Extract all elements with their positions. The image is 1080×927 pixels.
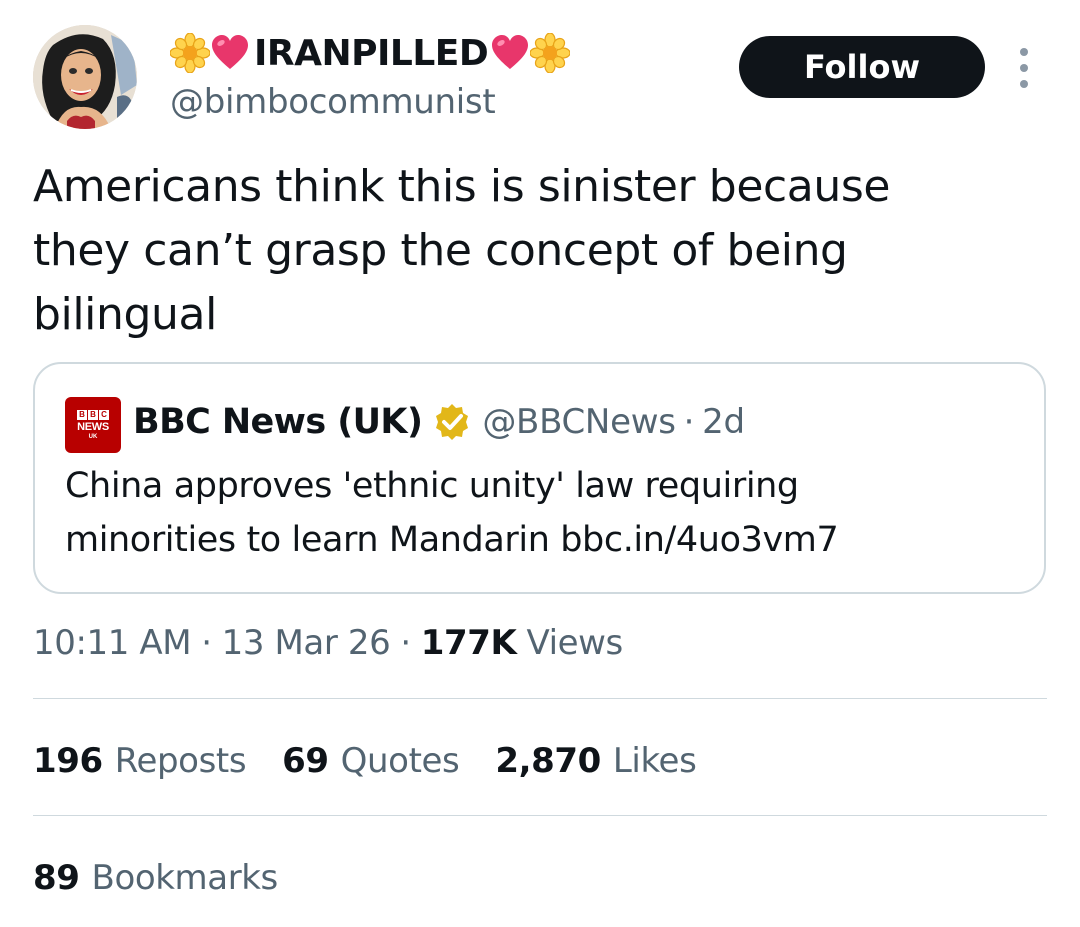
bbc-logo-uk: UK [88,434,98,440]
separator-dot: · [400,623,411,663]
quoted-timestamp[interactable]: 2d [702,402,745,442]
views-count: 177K [420,623,517,663]
quoted-tweet-card[interactable]: B B C NEWS UK BBC News (UK) @BBCNews · 2… [33,362,1046,594]
bbc-logo-news: NEWS [77,421,109,433]
bookmarks-stat[interactable]: 89 Bookmarks [33,852,314,904]
quoted-text-line: China approves 'ethnic unity' law requir… [65,466,799,506]
views-label: Views [526,623,623,663]
reposts-count: 196 [33,741,103,781]
quoted-tweet-text: China approves 'ethnic unity' law requir… [65,459,1025,567]
tweet-text-line: bilingual [33,289,217,340]
bookmarks-label: Bookmarks [91,858,279,898]
heart-emoji-icon [210,33,250,73]
bbc-logo-block: B [88,410,98,420]
likes-stat[interactable]: 2,870 Likes [495,741,696,781]
quoted-text-line: minorities to learn Mandarin bbc.in/4uo3… [65,520,839,560]
bookmarks-count: 89 [33,858,80,898]
tweet-text-line: Americans think this is sinister because [33,161,891,212]
bbc-logo-block: C [99,410,109,420]
likes-label: Likes [612,741,697,781]
separator-dot: · [683,402,695,442]
quotes-count: 69 [282,741,329,781]
separator-dot: · [201,623,212,663]
bookmarks-stat-inner[interactable]: 89 Bookmarks [33,858,278,898]
author-display-name[interactable]: IRANPILLED [254,33,489,74]
heart-emoji-icon [490,33,530,73]
flower-emoji-icon [170,33,210,73]
divider [33,698,1047,699]
engagement-stats: 196 Reposts 69 Quotes 2,870 Likes [33,735,732,787]
quoted-handle[interactable]: @BBCNews [482,402,676,442]
quoted-author-row: BBC News (UK) @BBCNews · 2d [133,394,745,450]
reposts-label: Reposts [114,741,247,781]
more-options-icon[interactable] [1012,48,1036,88]
quotes-label: Quotes [340,741,460,781]
tweet-meta: 10:11 AM · 13 Mar 26 · 177K Views [33,617,623,669]
gold-verified-badge-icon [432,402,472,442]
tweet-time[interactable]: 10:11 AM [33,623,192,663]
tweet-text: Americans think this is sinister because… [33,155,1033,347]
author-handle[interactable]: @bimbocommunist [170,82,496,122]
tweet-date[interactable]: 13 Mar 26 [222,623,391,663]
divider [33,815,1047,816]
flower-emoji-icon [530,33,571,73]
tweet-text-line: they can’t grasp the concept of being [33,225,848,276]
likes-count: 2,870 [495,741,601,781]
reposts-stat[interactable]: 196 Reposts [33,741,247,781]
bbc-news-logo[interactable]: B B C NEWS UK [65,397,121,453]
avatar[interactable] [33,25,137,129]
follow-button[interactable]: Follow [739,36,985,98]
author-name-row[interactable]: IRANPILLED [170,30,571,76]
bbc-logo-block: B [77,410,87,420]
quoted-display-name[interactable]: BBC News (UK) [133,402,423,442]
quotes-stat[interactable]: 69 Quotes [282,741,460,781]
tweet-detail: IRANPILLED @bimbocommunist Follow Americ… [0,0,1080,927]
